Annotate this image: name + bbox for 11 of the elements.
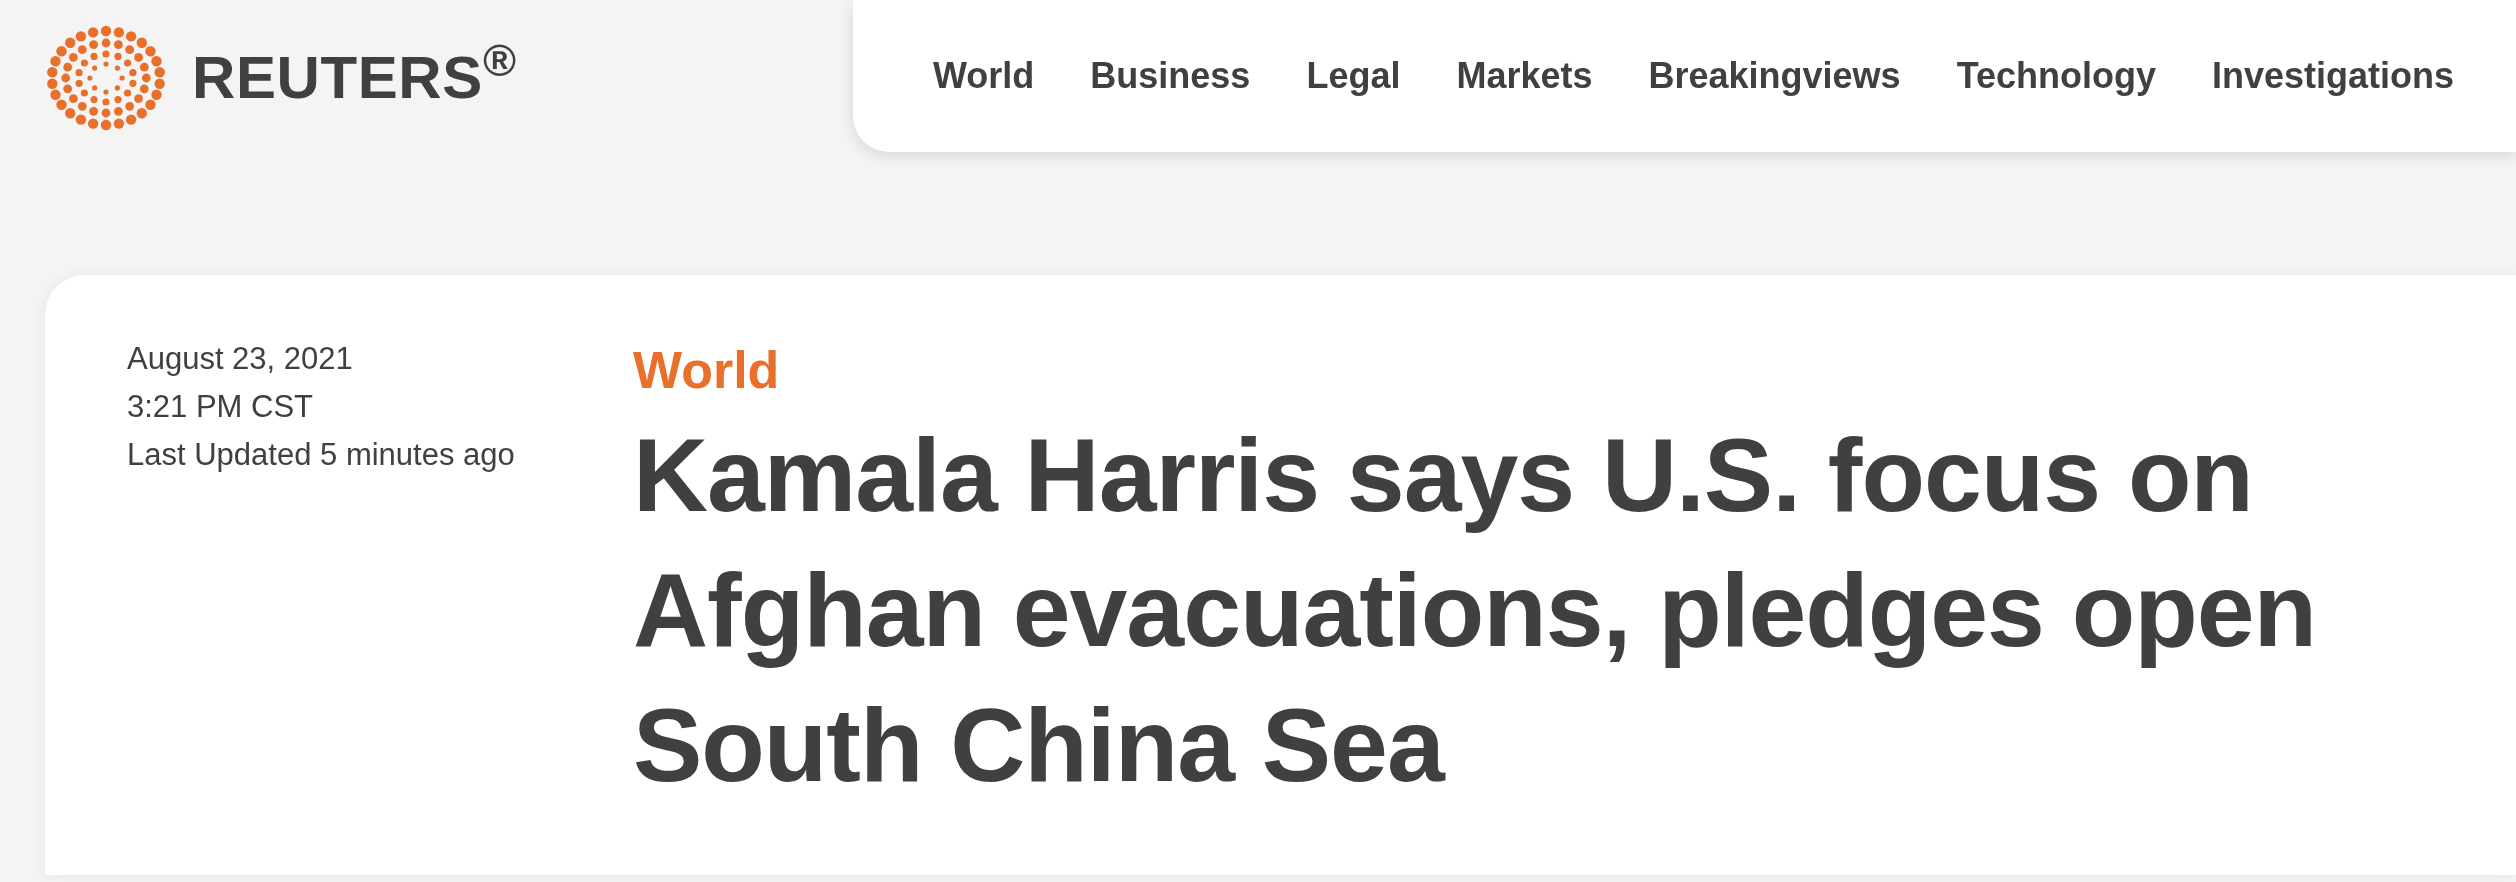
nav-link[interactable]: Business bbox=[1090, 49, 1251, 103]
nav-link[interactable]: Investigations bbox=[2212, 49, 2455, 103]
nav-link[interactable]: Technology bbox=[1956, 49, 2156, 103]
nav-link[interactable]: World bbox=[933, 49, 1035, 103]
nav-link[interactable]: Legal bbox=[1306, 49, 1401, 103]
dateline-text: August 23, 2021 bbox=[127, 340, 353, 378]
nav-link[interactable]: Breakingviews bbox=[1648, 49, 1901, 103]
dateline-text: 3:21 PM CST bbox=[127, 388, 314, 426]
dateline-text: Last Updated 5 minutes ago bbox=[127, 436, 515, 474]
nav-link[interactable]: Markets bbox=[1456, 49, 1593, 103]
headline: Kamala Harris says U.S. focus on Afghan evacuations, pledges open South China Sea bbox=[633, 416, 2318, 805]
